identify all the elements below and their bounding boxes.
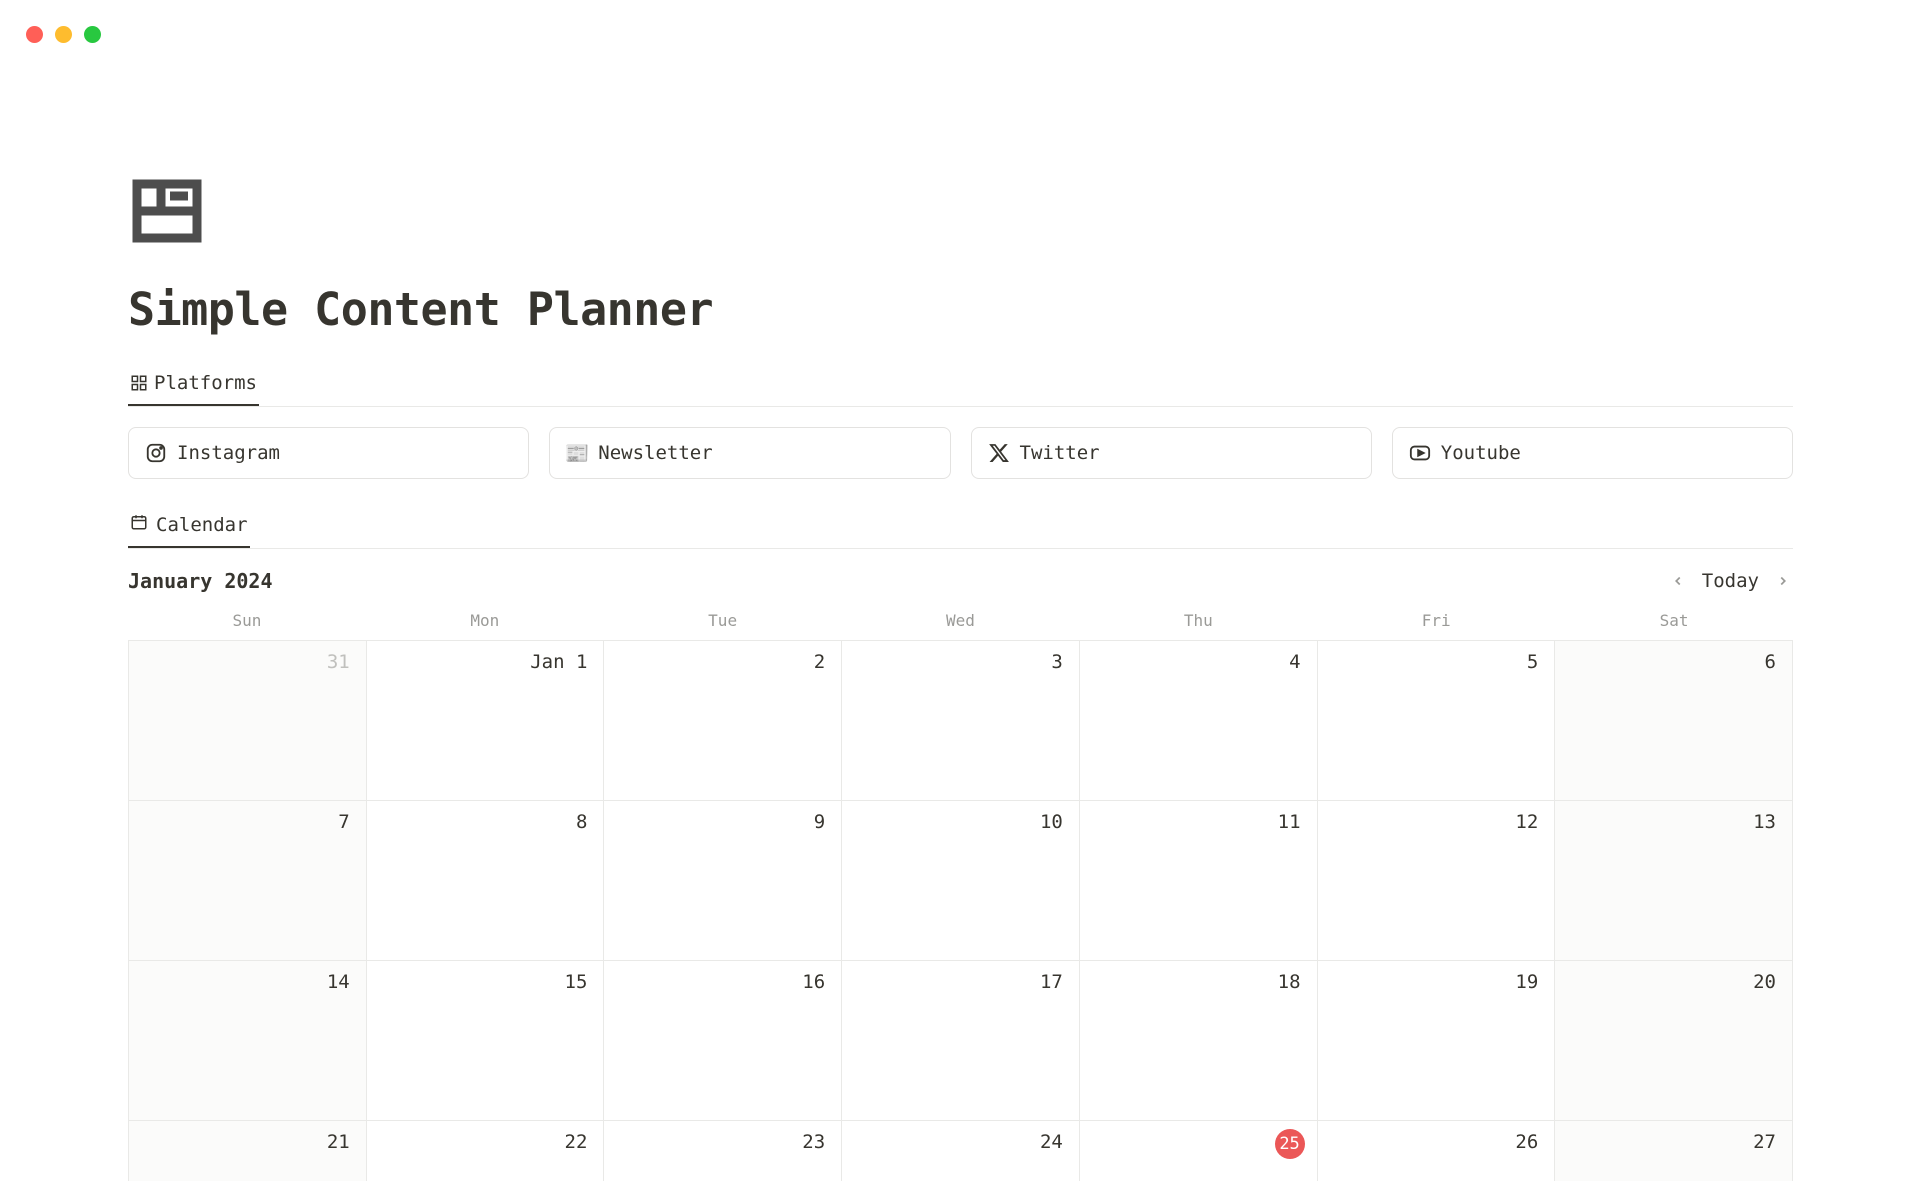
youtube-icon <box>1409 442 1431 464</box>
prev-month-button[interactable] <box>1668 571 1688 591</box>
platform-cards: Instagram 📰 Newsletter Twitter Youtube <box>128 427 1793 479</box>
day-number: 16 <box>802 971 825 993</box>
close-window-dot[interactable] <box>26 26 43 43</box>
grid-icon <box>130 374 148 392</box>
calendar-cell[interactable]: 22 <box>367 1121 605 1181</box>
calendar-cell[interactable]: 12 <box>1318 801 1556 961</box>
weekday-label: Mon <box>366 611 604 640</box>
view-tabs-platforms: Platforms <box>128 366 1793 407</box>
calendar-cell[interactable]: 19 <box>1318 961 1556 1121</box>
card-label: Newsletter <box>598 442 712 464</box>
calendar-cell[interactable]: 18 <box>1080 961 1318 1121</box>
calendar-cell[interactable]: 31 <box>129 641 367 801</box>
day-number: 3 <box>1051 651 1062 673</box>
calendar-header: January 2024 Today <box>128 569 1793 593</box>
calendar-cell[interactable]: 4 <box>1080 641 1318 801</box>
month-label: January 2024 <box>128 569 273 593</box>
day-number: 11 <box>1278 811 1301 833</box>
calendar-cell[interactable]: 20 <box>1555 961 1793 1121</box>
calendar-cell[interactable]: 25 <box>1080 1121 1318 1181</box>
calendar-cell[interactable]: 10 <box>842 801 1080 961</box>
day-number: 24 <box>1040 1131 1063 1153</box>
calendar-cell[interactable]: 24 <box>842 1121 1080 1181</box>
calendar-cell[interactable]: 7 <box>129 801 367 961</box>
calendar-cell[interactable]: 23 <box>604 1121 842 1181</box>
day-number: 6 <box>1765 651 1776 673</box>
page-title: Simple Content Planner <box>128 283 1793 336</box>
calendar-cell[interactable]: 17 <box>842 961 1080 1121</box>
calendar-cell[interactable]: 16 <box>604 961 842 1121</box>
window-traffic-lights <box>26 26 101 43</box>
maximize-window-dot[interactable] <box>84 26 101 43</box>
calendar-icon <box>130 513 148 536</box>
day-number: 8 <box>576 811 587 833</box>
calendar-cell[interactable]: 26 <box>1318 1121 1556 1181</box>
tab-label: Calendar <box>156 514 248 536</box>
card-label: Instagram <box>177 442 280 464</box>
calendar-cell[interactable]: 6 <box>1555 641 1793 801</box>
day-number: 4 <box>1289 651 1300 673</box>
page-icon[interactable] <box>128 175 1793 247</box>
calendar-cell[interactable]: 21 <box>129 1121 367 1181</box>
calendar-cell[interactable]: 15 <box>367 961 605 1121</box>
day-number: 9 <box>814 811 825 833</box>
minimize-window-dot[interactable] <box>55 26 72 43</box>
calendar-cell[interactable]: 3 <box>842 641 1080 801</box>
day-number: 10 <box>1040 811 1063 833</box>
day-number: 5 <box>1527 651 1538 673</box>
day-number: 31 <box>327 651 350 673</box>
day-number: 17 <box>1040 971 1063 993</box>
today-badge: 25 <box>1275 1129 1305 1159</box>
day-number: 12 <box>1515 811 1538 833</box>
day-number: 21 <box>327 1131 350 1153</box>
weekday-label: Sun <box>128 611 366 640</box>
platform-card-youtube[interactable]: Youtube <box>1392 427 1793 479</box>
calendar-cell[interactable]: 2 <box>604 641 842 801</box>
platform-card-newsletter[interactable]: 📰 Newsletter <box>549 427 950 479</box>
day-number: 7 <box>338 811 349 833</box>
weekday-label: Fri <box>1317 611 1555 640</box>
calendar-grid: 31Jan 1234567891011121314151617181920212… <box>128 640 1793 1181</box>
day-number: 13 <box>1753 811 1776 833</box>
weekday-label: Thu <box>1079 611 1317 640</box>
weekday-label: Sat <box>1555 611 1793 640</box>
view-tabs-calendar: Calendar <box>128 507 1793 549</box>
platform-card-instagram[interactable]: Instagram <box>128 427 529 479</box>
day-number: 2 <box>814 651 825 673</box>
instagram-icon <box>145 442 167 464</box>
day-number: 18 <box>1278 971 1301 993</box>
day-number: 20 <box>1753 971 1776 993</box>
next-month-button[interactable] <box>1773 571 1793 591</box>
weekday-header-row: Sun Mon Tue Wed Thu Fri Sat <box>128 611 1793 640</box>
card-label: Youtube <box>1441 442 1521 464</box>
tab-calendar[interactable]: Calendar <box>128 507 250 548</box>
day-number: 15 <box>565 971 588 993</box>
calendar-cell[interactable]: Jan 1 <box>367 641 605 801</box>
tab-platforms[interactable]: Platforms <box>128 366 259 406</box>
day-number: 27 <box>1753 1131 1776 1153</box>
day-number: 19 <box>1515 971 1538 993</box>
weekday-label: Wed <box>842 611 1080 640</box>
calendar-cell[interactable]: 14 <box>129 961 367 1121</box>
day-number: Jan 1 <box>530 651 587 673</box>
calendar-cell[interactable]: 11 <box>1080 801 1318 961</box>
newspaper-icon: 📰 <box>566 442 588 464</box>
calendar-cell[interactable]: 8 <box>367 801 605 961</box>
calendar-nav: Today <box>1668 570 1793 592</box>
calendar-cell[interactable]: 9 <box>604 801 842 961</box>
day-number: 14 <box>327 971 350 993</box>
day-number: 22 <box>565 1131 588 1153</box>
x-icon <box>988 442 1010 464</box>
calendar-cell[interactable]: 5 <box>1318 641 1556 801</box>
day-number: 23 <box>802 1131 825 1153</box>
tab-label: Platforms <box>154 372 257 394</box>
calendar-cell[interactable]: 27 <box>1555 1121 1793 1181</box>
calendar-cell[interactable]: 13 <box>1555 801 1793 961</box>
card-label: Twitter <box>1020 442 1100 464</box>
platform-card-twitter[interactable]: Twitter <box>971 427 1372 479</box>
today-button[interactable]: Today <box>1702 570 1759 592</box>
weekday-label: Tue <box>604 611 842 640</box>
day-number: 26 <box>1515 1131 1538 1153</box>
